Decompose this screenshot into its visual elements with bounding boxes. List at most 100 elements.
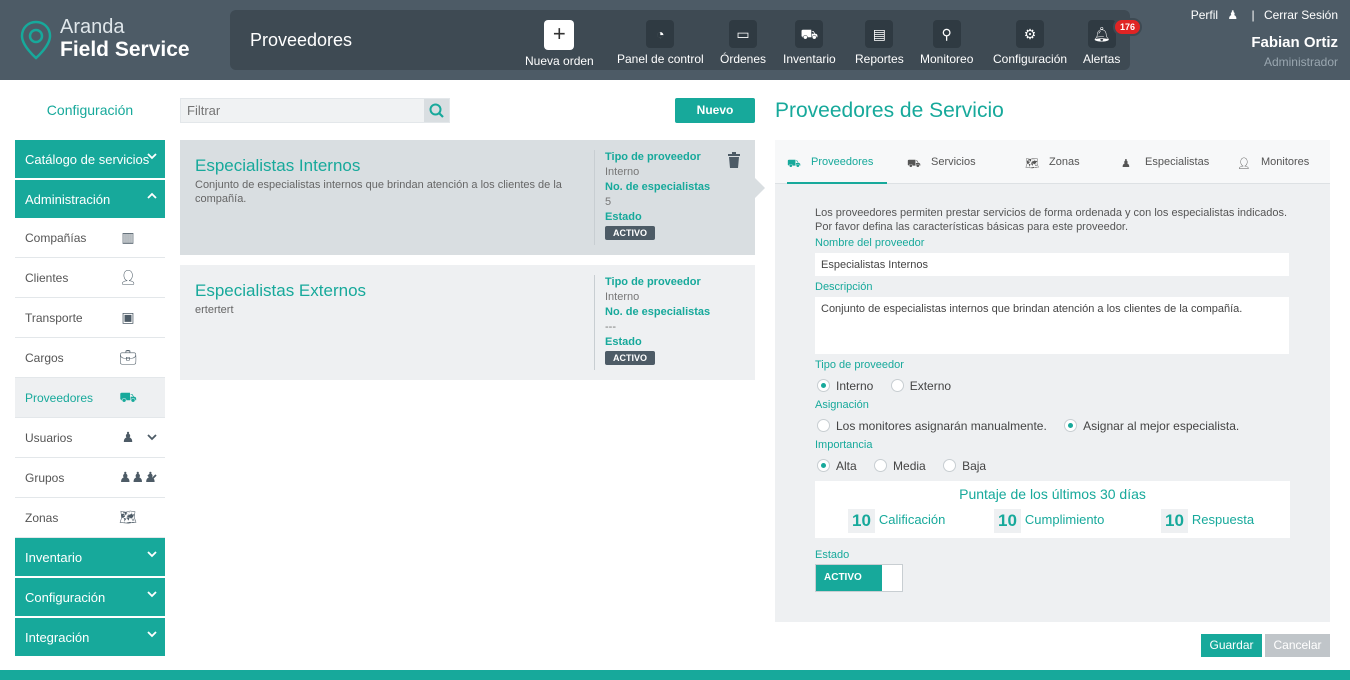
score-label: Cumplimiento [1024,512,1105,527]
dolly-icon: ⛟ [907,158,921,170]
radio-unchecked[interactable] [817,419,830,432]
section-label: Configuración [25,590,106,605]
score-rating: 10 Calificación [848,509,945,533]
sidebar-section-integration[interactable]: Integración [15,618,165,656]
assign-option-best[interactable]: Asignar al mejor especialista. [1064,419,1239,433]
status-label: Estado [605,336,642,348]
sidebar-section-configuration[interactable]: Configuración [15,578,165,616]
user-name: Fabian Ortiz [1251,34,1338,51]
section-label: Catálogo de servicios [25,152,150,167]
status-label: Estado [605,211,642,223]
tab-zones[interactable]: 🗺︎ Zonas [1025,140,1105,184]
importance-option-medium[interactable]: Media [874,459,926,473]
type-option-internal[interactable]: Interno [817,379,873,393]
importance-option-high[interactable]: Alta [817,459,857,473]
chevron-down-icon[interactable] [147,472,157,482]
count-value: 5 [605,196,612,208]
sidebar-section-catalog[interactable]: Catálogo de servicios [15,140,165,178]
location-pin-icon [20,20,52,60]
sidebar-item-companies[interactable]: Compañías ▥ [15,218,165,258]
item-label: Compañías [25,231,87,245]
radio-checked[interactable] [817,379,830,392]
nav-inventory[interactable]: ⛟ Inventario [783,20,836,66]
logo[interactable]: Aranda Field Service [20,16,190,64]
footer-bar [0,670,1350,680]
logout-link[interactable]: Cerrar Sesión [1264,8,1338,22]
tab-monitors[interactable]: 👤︎ Monitores [1237,140,1327,184]
provider-name-field[interactable] [815,253,1289,276]
detail-panel: ⛟ Proveedores ⛟ Servicios 🗺︎ Zonas ♟ Especia… [775,140,1330,622]
option-label: Alta [836,459,857,473]
save-button[interactable]: Guardar [1201,634,1262,657]
user-links: Perfil ♟ | Cerrar Sesión [1185,8,1338,22]
provider-name: Especialistas Externos [195,281,367,300]
trash-icon[interactable] [727,152,741,168]
provider-description: Conjunto de especialistas internos que b… [195,179,562,205]
map-icon: 🗺︎ [1025,158,1039,170]
type-option-external[interactable]: Externo [890,379,951,393]
radio-checked[interactable] [1064,419,1078,432]
sidebar-item-zones[interactable]: Zonas 🗺︎ [15,498,165,538]
search-button[interactable] [424,99,449,122]
sidebar-section-admin[interactable]: Administración [15,180,165,218]
chevron-up-icon [147,192,157,199]
user-icon: ♟ [1227,8,1239,22]
count-label: No. de especialistas [605,181,711,193]
description-field[interactable]: Conjunto de especialistas internos que b… [815,297,1289,354]
radio-unchecked[interactable] [874,459,888,472]
radio-checked[interactable] [817,459,830,472]
nav-dashboard[interactable]: ◔ Panel de control [617,20,704,66]
tab-services[interactable]: ⛟ Servicios [907,140,997,184]
cancel-button[interactable]: Cancelar [1265,634,1330,657]
section-label: Integración [25,630,90,645]
sidebar-section-inventory[interactable]: Inventario [15,538,165,576]
score-label: Calificación [878,512,946,527]
item-label: Cargos [25,351,64,365]
assign-option-manual[interactable]: Los monitores asignarán manualmente. [817,419,1047,433]
user-icon: ♟ [121,429,135,445]
option-label: Media [893,459,926,473]
nav-settings[interactable]: ⚙ Configuración [993,20,1067,66]
nav-monitoring[interactable]: ⚲ Monitoreo [920,20,973,66]
radio-unchecked[interactable] [890,379,904,392]
nav-label: Órdenes [720,52,767,66]
sidebar-item-positions[interactable]: Cargos 💼︎ [15,338,165,378]
status-toggle[interactable]: ACTIVO [815,564,903,592]
type-value: Interno [605,291,640,303]
provider-card[interactable]: Especialistas Internos Conjunto de espec… [180,140,755,255]
radio-unchecked[interactable] [943,459,957,472]
link-separator: | [1251,8,1255,22]
importance-option-low[interactable]: Baja [943,459,986,473]
nav-label: Configuración [993,52,1068,66]
sidebar-title[interactable]: Configuración [15,102,165,118]
provider-card[interactable]: Especialistas Externos ertertert Tipo de… [180,265,755,380]
name-label: Nombre del proveedor [815,237,925,249]
gauge-icon: ◔ [646,20,675,48]
type-radio-group: Interno Externo [817,379,965,393]
nav-reports[interactable]: ▤ Reportes [855,20,904,66]
sidebar-item-transport[interactable]: Transporte ▣ [15,298,165,338]
status-label: Estado [815,549,850,561]
nav-orders[interactable]: ▭ Órdenes [720,20,766,66]
sidebar-item-providers[interactable]: Proveedores ⛟ [15,378,165,418]
profile-link[interactable]: Perfil [1191,8,1218,22]
filter-input[interactable] [181,99,426,122]
tab-specialists[interactable]: ♟ Especialistas [1121,140,1221,184]
chevron-down-icon[interactable] [147,432,157,442]
sidebar-item-clients[interactable]: Clientes 👤︎ [15,258,165,298]
nav-alerts[interactable]: 🔔︎ Alertas 176 [1083,18,1143,66]
sidebar-item-groups[interactable]: Grupos ♟♟♟ [15,458,165,498]
tab-providers[interactable]: ⛟ Proveedores [787,140,887,184]
toggle-on-label: ACTIVO [816,565,882,591]
nav-label: Nueva orden [525,54,594,68]
tab-label: Especialistas [1145,156,1210,168]
nav-new-order[interactable]: + Nueva orden [525,20,594,68]
brand-product: Field Service [60,38,190,61]
chevron-down-icon [147,591,157,598]
app-header: Aranda Field Service Proveedores + Nueva… [0,0,1350,80]
provider-description: ertertert [195,304,234,316]
option-label: Los monitores asignarán manualmente. [836,419,1047,433]
new-provider-button[interactable]: Nuevo [675,98,755,123]
sidebar-item-users[interactable]: Usuarios ♟ [15,418,165,458]
tab-label: Proveedores [811,156,874,168]
